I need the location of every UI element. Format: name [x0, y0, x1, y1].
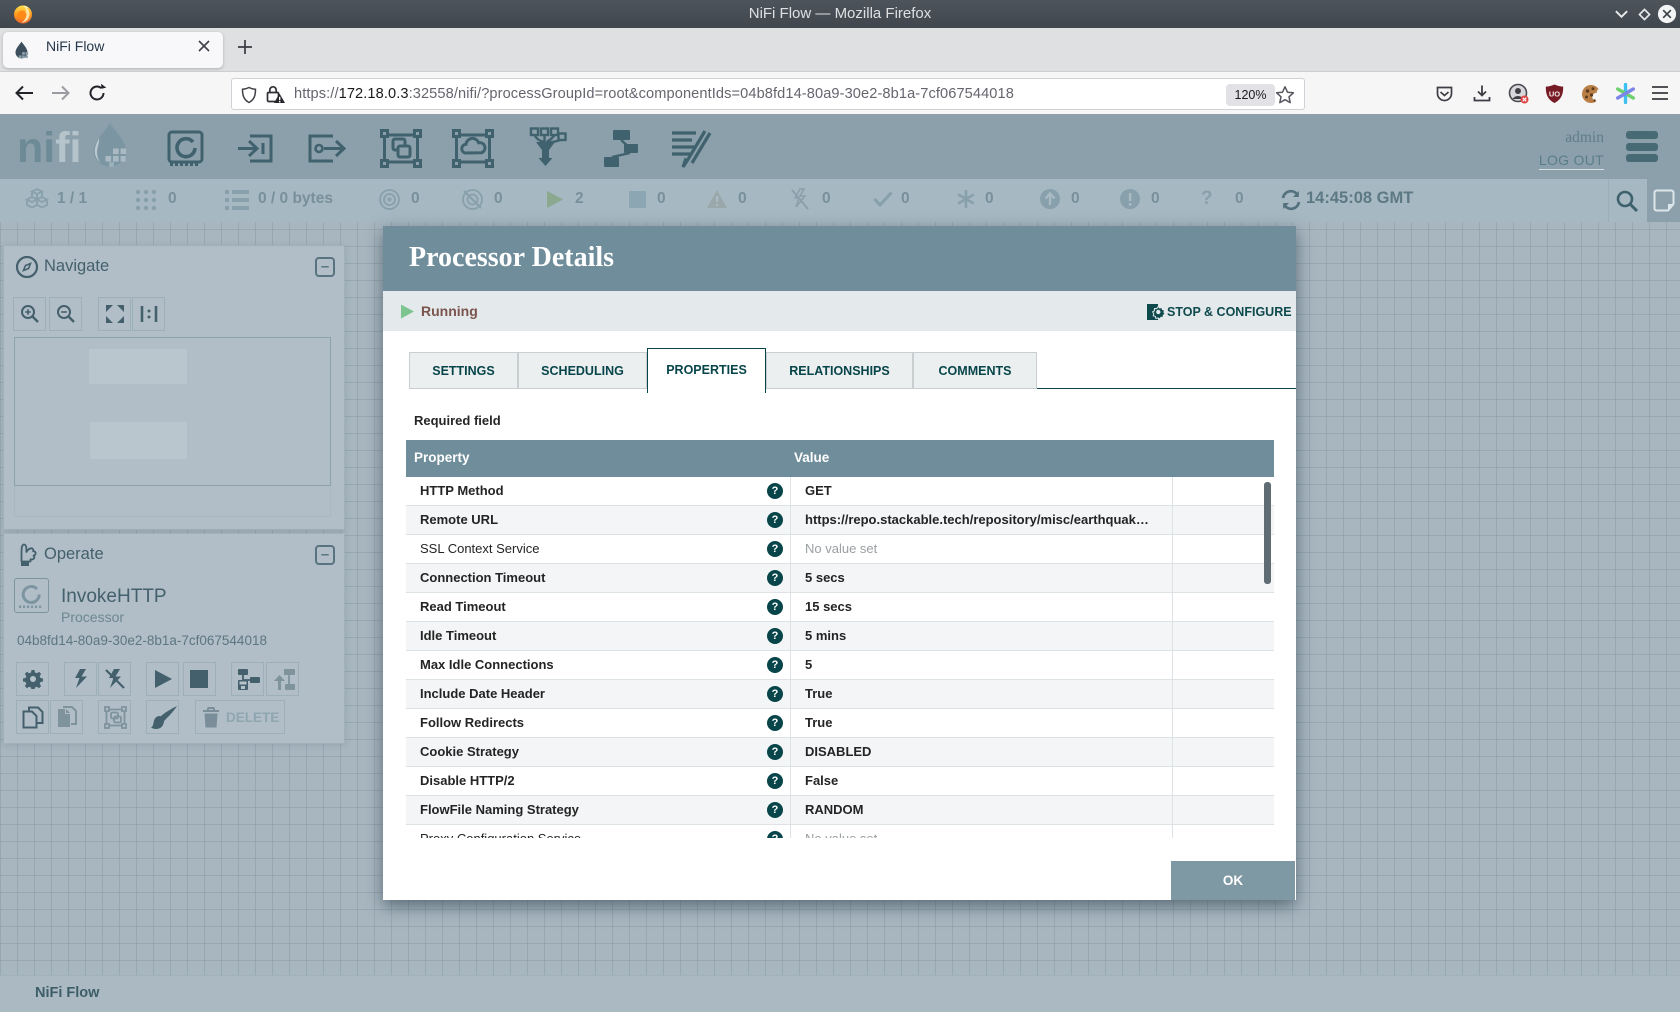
svg-text:UO: UO — [1549, 90, 1560, 99]
